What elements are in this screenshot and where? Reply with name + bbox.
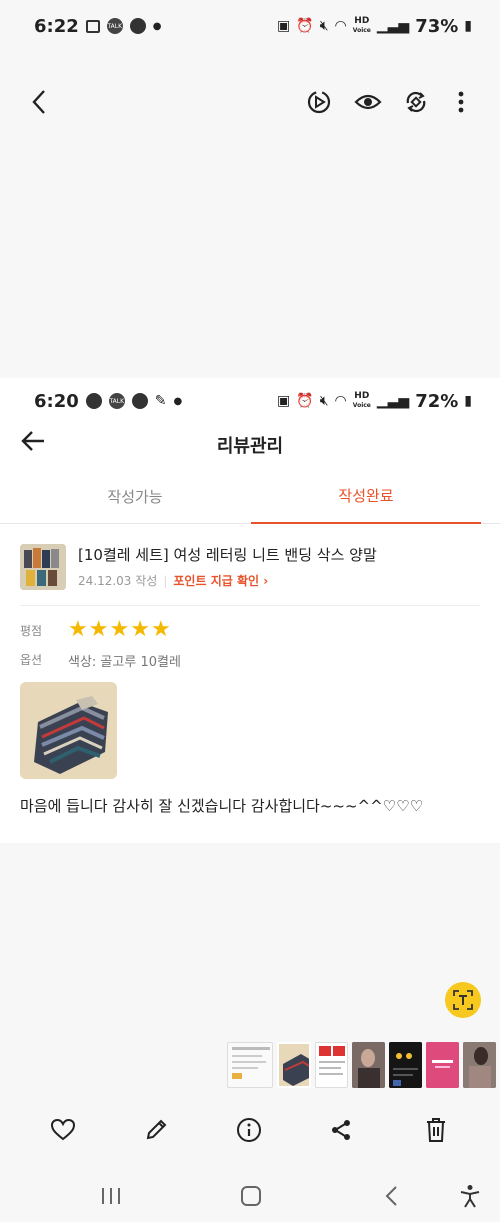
accessibility-button[interactable]: [455, 1181, 485, 1211]
chevron-left-icon: [385, 1186, 397, 1206]
star-icon: ★: [109, 617, 130, 642]
gallery-toolbar: [0, 80, 500, 124]
filmstrip-thumbnail[interactable]: [315, 1042, 348, 1088]
point-check-link[interactable]: 포인트 지급 확인 ›: [173, 574, 268, 588]
star-icon: ★: [130, 617, 150, 642]
info-icon: [237, 1118, 261, 1142]
star-icon: ★: [68, 617, 88, 642]
info-button[interactable]: [233, 1114, 265, 1146]
rating-stars: ★ ★ ★ ★ ★: [68, 619, 171, 641]
system-nav-bar: [0, 1175, 500, 1215]
review-date: 24.12.03 작성: [78, 574, 158, 588]
rotate-button[interactable]: [400, 86, 432, 118]
view-button[interactable]: [352, 86, 384, 118]
filmstrip-thumbnail[interactable]: [227, 1042, 273, 1088]
inner-status-bar: 6:20 TALK ✎ ● ▣ ⏰ 🔇︎ ◠ HD Voice ▁▃▅ 72% ▮: [0, 378, 500, 424]
recents-icon: [102, 1188, 120, 1204]
back-button[interactable]: [24, 86, 56, 118]
review-photo[interactable]: [20, 682, 117, 779]
inner-wifi-icon: ◠: [334, 393, 347, 409]
alarm-icon: ⏰: [296, 18, 314, 34]
product-thumbnail: [20, 544, 66, 590]
rotate-icon: [406, 91, 426, 113]
rating-label: 평점: [20, 624, 43, 638]
inner-status-time: 6:20: [34, 390, 79, 412]
trash-icon: [427, 1118, 445, 1142]
inner-battery-percent: 72%: [415, 390, 459, 412]
inner-hd-voice-icon: HD Voice: [352, 391, 371, 410]
battery-percent: 73%: [415, 15, 459, 37]
mute-icon: 🔇︎: [319, 18, 329, 34]
home-button[interactable]: [236, 1181, 266, 1211]
back-arrow-icon: [32, 90, 45, 114]
inner-battery-saver-icon: ▣: [277, 393, 291, 409]
inner-pin-icon: ✎: [154, 393, 167, 409]
video-remaster-button[interactable]: [303, 86, 335, 118]
bottom-action-bar: [0, 1110, 500, 1150]
inner-signal-icon: ▁▃▅: [376, 393, 410, 409]
filmstrip-thumbnail[interactable]: [463, 1042, 496, 1088]
accessibility-icon: [460, 1185, 480, 1208]
filmstrip-thumbnail[interactable]: [389, 1042, 422, 1088]
wifi-icon: ◠: [334, 18, 347, 34]
option-label: 옵션: [20, 653, 43, 667]
talk-notification-icon: TALK: [106, 18, 123, 34]
eye-icon: [354, 94, 382, 110]
recents-button[interactable]: [96, 1181, 126, 1211]
star-icon: ★: [88, 617, 109, 642]
thumbnail-strip: [227, 1042, 496, 1088]
back-nav-button[interactable]: [377, 1181, 407, 1211]
review-header: 리뷰관리: [0, 424, 500, 468]
pencil-icon: [146, 1119, 167, 1140]
share-icon: [332, 1120, 350, 1140]
tab-writable[interactable]: 작성가능: [20, 468, 250, 524]
page-title: 리뷰관리: [216, 436, 284, 457]
inner-more-dot: ●: [173, 395, 183, 407]
status-bar: 6:22 TALK ● ▣ ⏰ 🔇︎ ◠ HD Voice ▁▃▅ 73% ▮: [0, 0, 500, 52]
status-time: 6:22: [34, 15, 79, 37]
review-text: 마음에 듭니다 감사히 잘 신겠습니다 감사합니다~~~^^♡♡♡: [20, 797, 424, 815]
text-extract-button[interactable]: [445, 982, 481, 1018]
product-meta: 24.12.03 작성 | 포인트 지급 확인 ›: [78, 574, 269, 588]
option-value: 색상: 골고루 10켤레: [68, 655, 181, 670]
inner-app-icon: [131, 393, 148, 409]
more-vertical-icon: [458, 91, 464, 113]
app-notification-icon: [129, 18, 146, 34]
heart-icon: [50, 1118, 76, 1141]
filmstrip-thumbnail[interactable]: [426, 1042, 459, 1088]
favorite-button[interactable]: [47, 1114, 79, 1146]
hd-voice-icon: HD Voice: [352, 16, 371, 35]
more-options-button[interactable]: [445, 86, 477, 118]
delete-button[interactable]: [420, 1114, 452, 1146]
home-icon: [241, 1186, 261, 1206]
review-tabs: 작성가능 작성완료: [0, 468, 500, 524]
filmstrip-thumbnail-current[interactable]: [277, 1042, 311, 1088]
share-button[interactable]: [325, 1114, 357, 1146]
inner-alarm-icon: ⏰: [296, 393, 314, 409]
battery-icon: ▮: [464, 18, 472, 34]
tab-completed[interactable]: 작성완료: [251, 468, 481, 524]
product-name[interactable]: [10켤레 세트] 여성 레터링 니트 밴딩 삭스 양말: [78, 544, 377, 565]
inner-battery-icon: ▮: [464, 393, 472, 409]
edit-button[interactable]: [140, 1114, 172, 1146]
product-item[interactable]: [10켤레 세트] 여성 레터링 니트 밴딩 삭스 양말 24.12.03 작성…: [20, 524, 480, 606]
signal-icon: ▁▃▅: [376, 18, 410, 34]
inner-talk-icon: TALK: [108, 393, 125, 409]
inner-chat-icon: [85, 393, 102, 409]
star-icon: ★: [150, 617, 171, 642]
filmstrip-thumbnail[interactable]: [352, 1042, 385, 1088]
video-remaster-icon: [307, 90, 331, 114]
more-notifications-dot: ●: [152, 20, 162, 32]
inner-mute-icon: 🔇︎: [319, 393, 329, 409]
battery-saver-icon: ▣: [277, 18, 291, 34]
gallery-notification-icon: [85, 19, 100, 33]
text-extract-icon: [453, 990, 473, 1010]
